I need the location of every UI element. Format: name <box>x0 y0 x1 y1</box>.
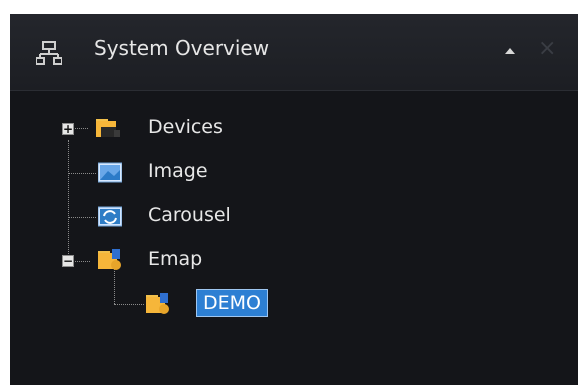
tree-item-label: Devices <box>148 116 223 138</box>
system-overview-panel: System Overview × + Devices Image Carous… <box>10 14 578 385</box>
collapse-icon[interactable]: − <box>62 255 74 267</box>
tree-item-emap[interactable]: − Emap <box>10 244 370 278</box>
tree-item-image[interactable]: Image <box>10 156 370 190</box>
image-icon <box>98 162 122 183</box>
tree-item-label: Emap <box>148 248 203 270</box>
tree-item-label: Image <box>148 160 208 182</box>
network-tree-icon <box>36 41 62 65</box>
panel-title: System Overview <box>94 36 270 60</box>
triangle-up-icon[interactable] <box>505 46 515 56</box>
map-icon <box>146 293 169 314</box>
expand-icon[interactable]: + <box>62 123 74 135</box>
system-tree: + Devices Image Carousel − Emap DEMO <box>10 90 578 385</box>
close-icon[interactable]: × <box>538 38 556 60</box>
tree-item-devices[interactable]: + Devices <box>10 112 370 146</box>
panel-header: System Overview × <box>10 14 578 91</box>
tree-item-label: DEMO <box>196 289 268 317</box>
tree-item-label: Carousel <box>148 204 231 226</box>
folder-map-icon <box>98 249 121 270</box>
tree-item-demo[interactable]: DEMO <box>10 287 370 321</box>
carousel-icon <box>98 206 122 227</box>
tree-item-carousel[interactable]: Carousel <box>10 200 370 234</box>
folder-camera-icon <box>96 119 120 137</box>
